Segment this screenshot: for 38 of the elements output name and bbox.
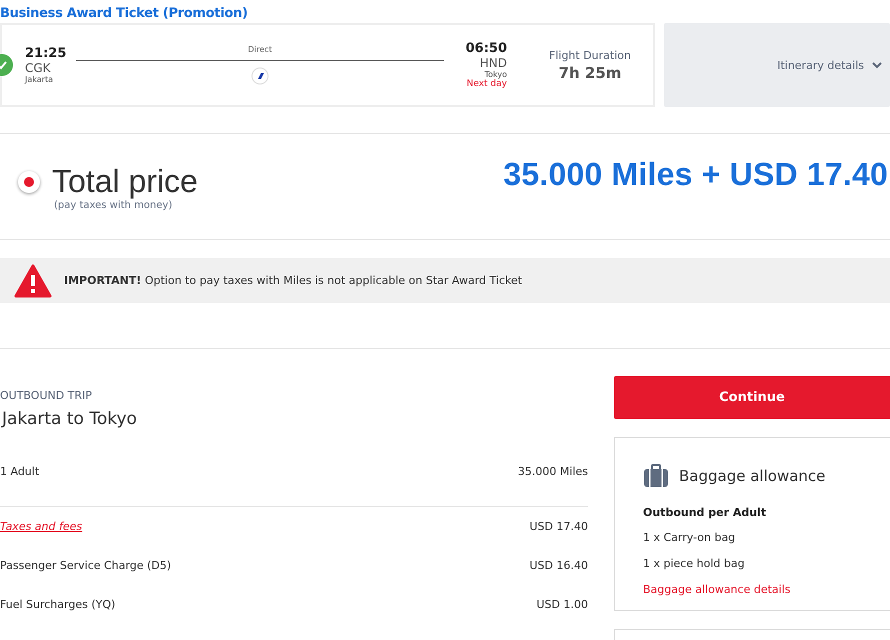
baggage-details-link[interactable]: Baggage allowance details — [643, 583, 890, 596]
trip-kicker: OUTBOUND TRIP — [0, 389, 93, 402]
trip-title: Jakarta to Tokyo — [0, 409, 138, 429]
price-value: USD 17.40 — [530, 520, 588, 533]
payment-note: (pay taxes with money) — [54, 200, 174, 210]
departure-time: 21:25 — [25, 46, 66, 61]
price-label: 1 Adult — [0, 465, 40, 478]
baggage-title: Baggage allowance — [679, 467, 826, 485]
continue-button[interactable]: Continue — [614, 376, 890, 419]
duration-label: Flight Duration — [549, 48, 631, 62]
next-day-label: Next day — [466, 79, 507, 89]
taxes-link[interactable]: Taxes and fees — [0, 520, 82, 533]
total-price-label: Total price — [52, 162, 198, 200]
ticket-title: Business Award Ticket (Promotion) — [0, 5, 249, 23]
warning-icon — [14, 264, 52, 298]
chevron-down-icon — [872, 61, 882, 69]
departure-city: Jakarta — [25, 75, 53, 84]
radio-button[interactable] — [18, 170, 40, 192]
price-value: USD 1.00 — [536, 598, 588, 611]
baggage-subtitle: Outbound per Adult — [643, 506, 768, 519]
suitcase-icon — [643, 464, 669, 488]
duration-value: 7h 25m — [558, 64, 622, 82]
price-label: Fuel Surcharges (YQ) — [0, 598, 116, 611]
itinerary-details-button[interactable]: Itinerary details — [664, 23, 890, 107]
total-amount: 35.000 Miles + USD 17.40 — [503, 156, 888, 193]
price-value: 35.000 Miles — [518, 465, 588, 478]
arrival-code: HND — [480, 56, 507, 70]
stops-label: Direct — [248, 45, 272, 54]
arrival-city: Tokyo — [484, 70, 507, 79]
price-label: Passenger Service Charge (D5) — [0, 559, 172, 572]
price-value: USD 16.40 — [530, 559, 588, 572]
departure-code: CGK — [25, 61, 51, 75]
baggage-item: 1 x Carry-on bag — [643, 531, 736, 544]
warning-text: IMPORTANT! Option to pay taxes with Miles is not applicable on Star Award Ticket — [64, 274, 522, 287]
arrival-time: 06:50 — [466, 41, 507, 56]
baggage-item: 1 x piece hold bag — [643, 557, 746, 570]
flight-card[interactable]: 21:25 CGK Jakarta Direct 06:50 HND Tokyo Next day Flight Duration 7h 25m — [0, 23, 655, 107]
airline-logo — [251, 67, 269, 85]
